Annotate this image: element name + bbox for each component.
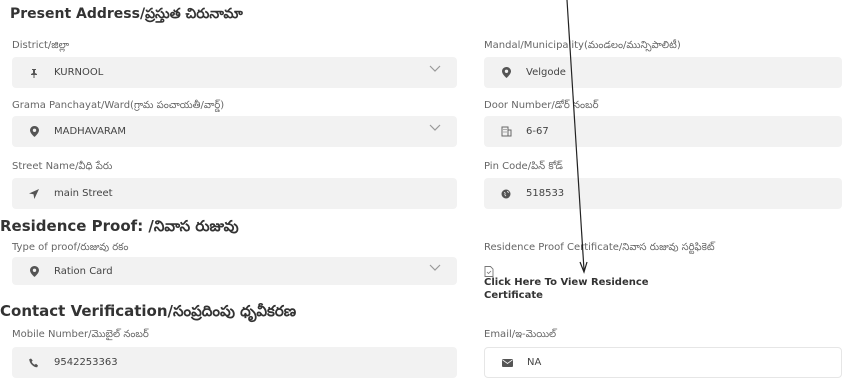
mandal-field[interactable]: Velgode [484, 57, 842, 88]
proof-type-select[interactable]: Ration Card [12, 257, 457, 285]
map-marker-icon [28, 265, 40, 277]
chevron-down-icon [429, 124, 441, 131]
globe-icon [500, 189, 512, 199]
email-field[interactable]: NA [484, 347, 842, 378]
street-label: Street Name/వీధి పేరు [12, 161, 113, 172]
mandal-label: Mandal/Municipality(మండలం/మున్సిపాలిటీ) [484, 40, 681, 51]
map-marker-icon [28, 126, 40, 137]
street-field[interactable]: main Street [12, 178, 457, 209]
present-address-heading: Present Address/ప్రస్తుత చిరునామా [10, 6, 243, 22]
phone-icon [28, 358, 40, 368]
residence-proof-heading: Residence Proof: /నివాస రుజువు [0, 217, 239, 235]
email-label: Email/ఇ-మెయిల్ [484, 329, 557, 340]
grama-label: Grama Panchayat/Ward(గ్రామ పంచాయతీ/వార్డ… [12, 100, 225, 111]
district-select[interactable]: KURNOOL [12, 57, 457, 88]
certificate-label: Residence Proof Certificate/నివాస రుజువు… [484, 242, 715, 253]
building-icon [500, 126, 512, 137]
door-label: Door Number/డోర్ నంబర్ [484, 100, 599, 111]
email-value: NA [527, 357, 542, 368]
mobile-value: 9542253363 [54, 357, 118, 368]
pincode-value: 518533 [526, 188, 565, 199]
view-certificate-link[interactable]: Click Here To View Residence Certificate [484, 276, 684, 302]
chevron-down-icon [429, 264, 441, 271]
grama-value: MADHAVARAM [54, 126, 126, 137]
street-value: main Street [54, 188, 113, 199]
district-label: District/జిల్లా [12, 40, 70, 51]
door-field[interactable]: 6-67 [484, 116, 842, 147]
envelope-icon [501, 358, 513, 367]
map-marker-icon [500, 67, 512, 78]
proof-type-value: Ration Card [54, 265, 113, 277]
mandal-value: Velgode [526, 67, 566, 78]
grama-select[interactable]: MADHAVARAM [12, 116, 457, 147]
pincode-label: Pin Code/పిన్ కోడ్ [484, 161, 563, 172]
contact-verification-heading: Contact Verification/సంప్రదింపు ధృవీకరణ [0, 302, 297, 320]
pincode-field[interactable]: 518533 [484, 178, 842, 209]
pin-icon [28, 68, 40, 78]
chevron-down-icon [429, 65, 441, 72]
location-arrow-icon [28, 188, 40, 199]
mobile-label: Mobile Number/మొబైల్ నంబర్ [12, 329, 149, 340]
mobile-field[interactable]: 9542253363 [12, 347, 457, 378]
district-value: KURNOOL [54, 67, 104, 78]
door-value: 6-67 [526, 126, 549, 137]
proof-type-label: Type of proof/రుజువు రకం [12, 242, 129, 253]
